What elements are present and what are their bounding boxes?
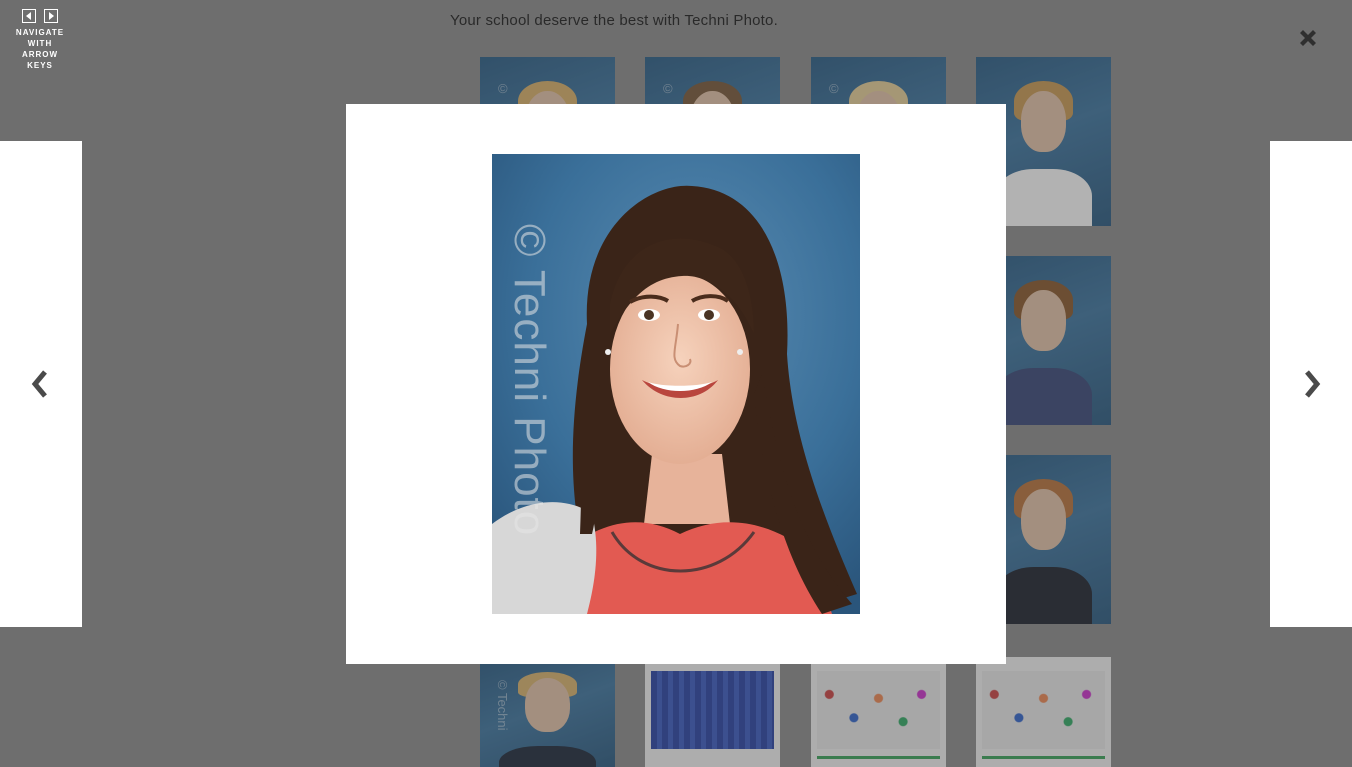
previous-photo-button[interactable] [0,141,82,627]
close-x-icon [1300,30,1316,46]
portrait-photo: © Techni Photo [492,154,860,614]
close-button[interactable] [1292,22,1324,54]
keyboard-hint: NAVIGATE WITH ARROW KEYS [10,9,70,71]
chevron-right-icon [1305,370,1321,398]
next-photo-button[interactable] [1270,141,1352,627]
lightbox-modal: © Techni Photo [346,104,1006,664]
chevron-left-icon [31,370,47,398]
lightbox-page: Your school deserve the best with Techni… [0,0,1352,767]
left-arrow-key-icon [22,9,36,23]
photo-watermark: © Techni Photo [505,224,554,537]
keyboard-hint-text: NAVIGATE WITH ARROW KEYS [15,28,65,70]
right-arrow-key-icon [44,9,58,23]
